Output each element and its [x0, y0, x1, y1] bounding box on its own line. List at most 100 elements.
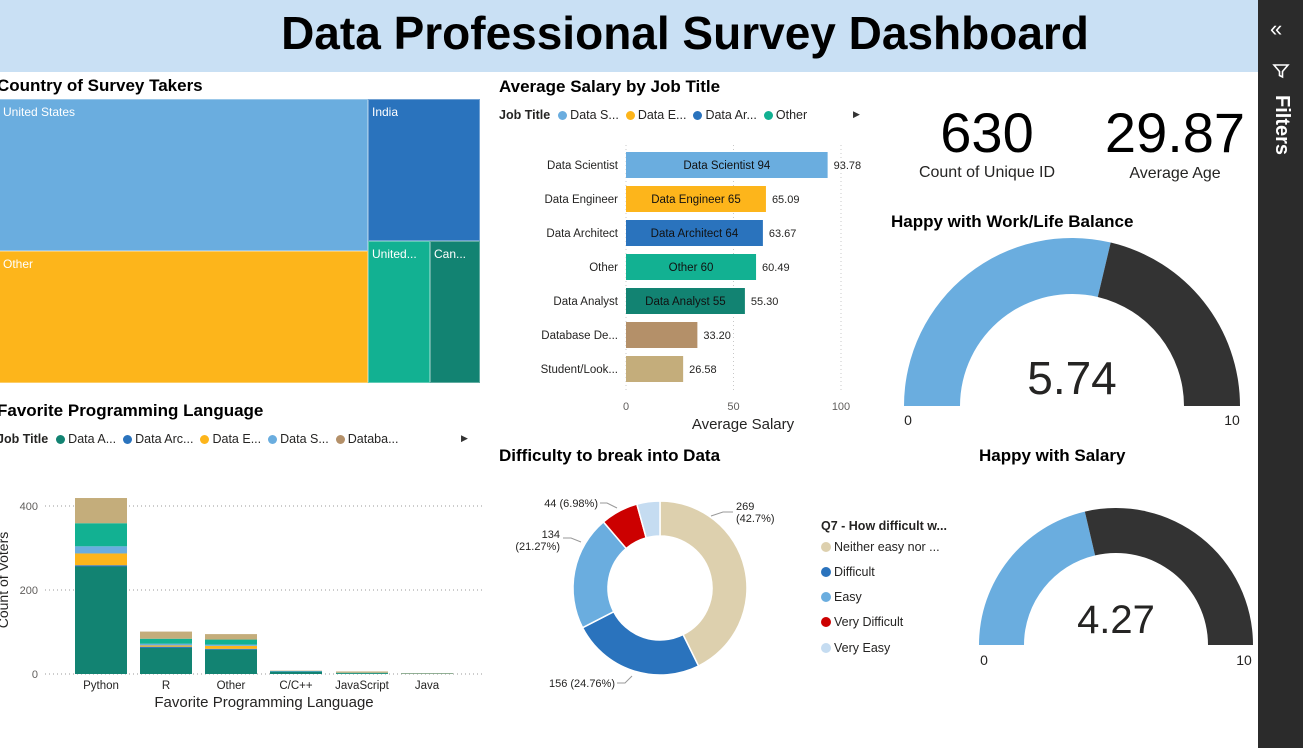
x-axis-title: Average Salary: [692, 416, 795, 433]
lang-chart-title: Favorite Programming Language: [0, 401, 264, 420]
donut-legend-item[interactable]: Easy: [821, 590, 862, 604]
donut-legend-item[interactable]: Very Easy: [821, 641, 890, 655]
data-label: 60.49: [762, 262, 790, 274]
lang-legend-item[interactable]: Data Arc...: [123, 432, 193, 446]
legend-label: Other: [775, 108, 808, 122]
report-canvas: Data Professional Survey Dashboard Count…: [0, 0, 1258, 748]
treemap-cell-label: Can...: [434, 247, 467, 261]
donut-chart-title: Difficulty to break into Data: [499, 446, 721, 465]
filters-label[interactable]: Filters: [1270, 95, 1293, 155]
salary-legend-item[interactable]: Data S...: [558, 108, 619, 122]
salary-legend-item[interactable]: Other: [763, 108, 808, 122]
kpi-count-value: 630: [940, 101, 1034, 164]
legend-label: Databa...: [347, 432, 399, 446]
stacked-bar-segment: [205, 639, 257, 645]
stacked-bar-segment: [336, 671, 388, 673]
data-label: 55.30: [751, 296, 779, 308]
stacked-bar-segment: [336, 673, 388, 674]
treemap-cell-united-kingdom[interactable]: United...: [368, 241, 430, 383]
legend-label: Very Difficult: [834, 615, 904, 629]
leader-line: [617, 675, 633, 684]
gauge-value: 5.74: [1027, 352, 1117, 404]
stacked-bar-segment: [140, 638, 192, 644]
kpi-age-value: 29.87: [1104, 101, 1246, 164]
legend-label: Data Ar...: [705, 108, 757, 122]
treemap-cell-label: Other: [3, 257, 34, 271]
stacked-bar-segment: [75, 523, 127, 547]
stacked-bar-segment: [140, 647, 192, 674]
donut-legend-item[interactable]: Very Difficult: [821, 615, 903, 629]
treemap-cell-label: India: [372, 105, 399, 119]
legend-dot-icon: [625, 110, 635, 120]
legend-dot-icon: [821, 542, 831, 552]
leader-line: [710, 511, 733, 517]
lang-legend-title: Job Title: [0, 432, 49, 446]
y-axis-title: Count of Voters: [0, 532, 11, 629]
stacked-bar-segment: [75, 566, 127, 674]
treemap-title: Country of Survey Takers: [0, 76, 203, 95]
salary-legend-item[interactable]: Data Ar...: [693, 108, 757, 122]
legend-dot-icon: [56, 434, 66, 444]
y-tick-label: 0: [32, 669, 38, 681]
leader-line: [600, 502, 618, 509]
country-treemap[interactable]: United States India Other United... Can.…: [0, 99, 480, 383]
category-label: Data Scientist: [547, 160, 619, 172]
bar-inner-label: Data Engineer 65: [651, 194, 741, 206]
donut-data-label: 156 (24.76%): [549, 678, 615, 690]
lang-legend-item[interactable]: Data S...: [268, 432, 329, 446]
lang-legend-item[interactable]: Data E...: [200, 432, 261, 446]
gauge-min-label: 0: [904, 412, 912, 428]
difficulty-donut-chart: 269(42.7%) 156 (24.76%) 134(21.27%) 44 (6.9…: [515, 498, 775, 690]
treemap-cell-canada[interactable]: Can...: [430, 241, 480, 383]
treemap-cell-united-states[interactable]: United States: [0, 99, 368, 251]
donut-data-label: 44 (6.98%): [544, 498, 598, 510]
lang-legend-item[interactable]: Data A...: [56, 432, 116, 446]
stacked-bar-segment: [75, 546, 127, 554]
gauge-max-label: 10: [1224, 412, 1240, 428]
title-banner: Data Professional Survey Dashboard: [0, 0, 1258, 72]
legend-next-arrow-icon[interactable]: ▶: [853, 109, 860, 120]
category-label: Student/Look...: [541, 364, 618, 376]
salary-chart-title: Average Salary by Job Title: [499, 77, 721, 96]
donut-slice: [581, 610, 700, 676]
donut-data-label: 134: [542, 529, 560, 541]
legend-next-arrow-icon[interactable]: ▶: [461, 433, 468, 444]
legend-dot-icon: [335, 434, 345, 444]
gauge-worklife: 5.74 0 10: [904, 237, 1240, 428]
stacked-bar-segment: [205, 649, 257, 674]
x-tick-label: Java: [415, 680, 440, 692]
gauge-value: 4.27: [1077, 598, 1155, 642]
stacked-bar-segment: [75, 553, 127, 566]
lang-legend-item[interactable]: Databa...: [335, 432, 399, 446]
stacked-bar-segment: [270, 671, 322, 674]
x-tick-label: C/C++: [279, 680, 313, 692]
stacked-bar-segment: [205, 644, 257, 646]
donut-legend-item[interactable]: Neither easy nor ...: [821, 540, 940, 554]
category-label: Database De...: [541, 330, 618, 342]
legend-label: Difficult: [834, 565, 875, 579]
bar-inner-label: Data Architect 64: [651, 228, 739, 240]
category-label: Data Analyst: [553, 296, 618, 308]
page-title: Data Professional Survey Dashboard: [281, 7, 1089, 59]
donut-legend-item[interactable]: Difficult: [821, 565, 875, 579]
salary-legend-item[interactable]: Data E...: [625, 108, 686, 122]
x-tick-label: Python: [83, 680, 119, 692]
legend-label: Data A...: [68, 432, 117, 446]
x-tick-label: JavaScript: [335, 680, 389, 692]
lang-stacked-bar-chart: 0 200 400 Python R Other C/C++ JavaScript Java Fa…: [0, 498, 482, 711]
double-chevron-left-icon[interactable]: «: [1270, 16, 1282, 42]
category-label: Data Architect: [546, 228, 618, 240]
y-tick-label: 400: [20, 501, 38, 513]
legend-label: Easy: [834, 590, 862, 604]
treemap-cell-other[interactable]: Other: [0, 251, 368, 383]
donut-legend-title: Q7 - How difficult w...: [821, 519, 947, 533]
treemap-cell-india[interactable]: India: [368, 99, 480, 241]
data-label: 65.09: [772, 194, 800, 206]
donut-data-label: (42.7%): [736, 513, 775, 525]
leader-line: [563, 537, 582, 543]
bar-inner-label: Other 60: [669, 262, 714, 274]
gauge-worklife-title: Happy with Work/Life Balance: [891, 212, 1134, 231]
filters-pane[interactable]: « Filters: [1258, 0, 1303, 748]
salary-bar: [626, 356, 684, 382]
gauge-salary-title: Happy with Salary: [979, 446, 1126, 465]
